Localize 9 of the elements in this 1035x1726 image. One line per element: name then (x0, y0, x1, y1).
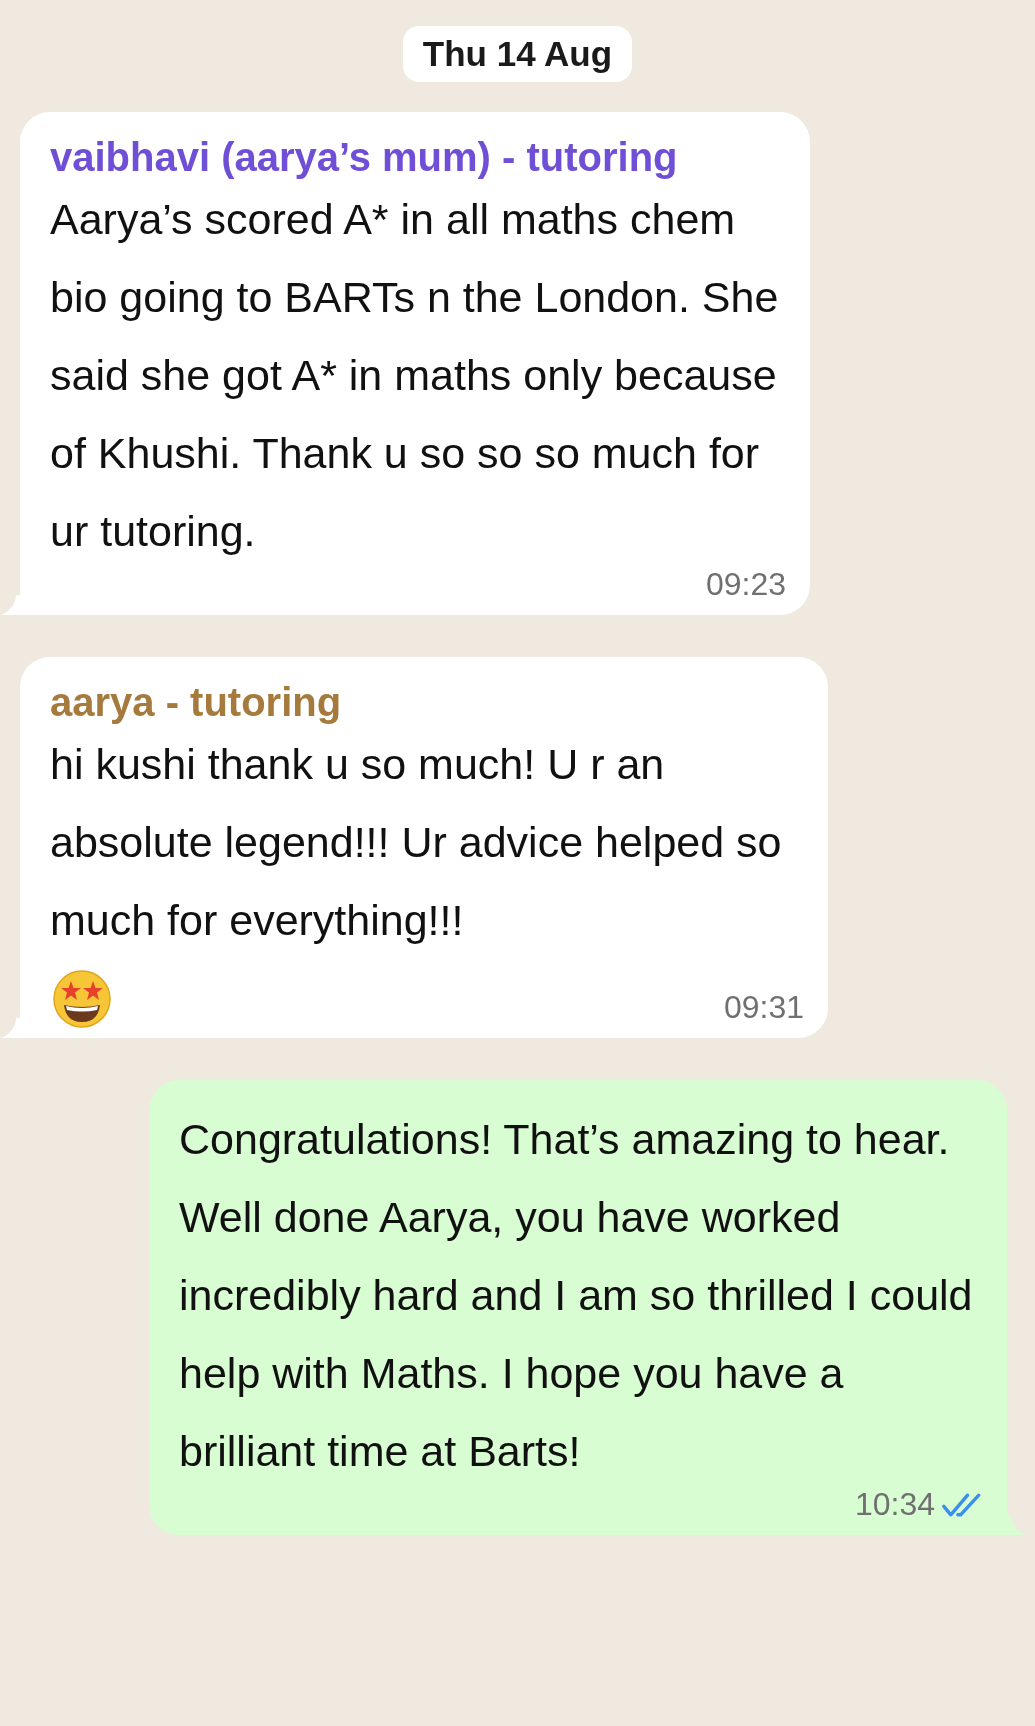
sender-name: aarya - tutoring (50, 679, 343, 726)
message-text: Congratulations! That’s amazing to hear. Well done Aarya, you have worked incredibly hard and I am so thrilled I could help with Maths. I hope you have a brilliant time at Barts! (179, 1114, 974, 1477)
message-text: hi kushi thank u so much! U r an absolute legend!!! Ur advice helped so much for everything!!! (50, 739, 783, 946)
message-time: 09:23 (705, 566, 786, 603)
message-time: 10:34 (854, 1486, 935, 1523)
sender-name: vaibhavi (aarya’s mum) - tutoring (50, 134, 679, 181)
message-time: 09:31 (723, 989, 804, 1026)
date-label: Thu 14 Aug (402, 26, 633, 82)
message-text: Aarya’s scored A* in all maths chem bio going to BARTs n the London. She said she got A* in maths only because of Khushi. Thank u so so so much for ur tutoring. (50, 194, 780, 557)
